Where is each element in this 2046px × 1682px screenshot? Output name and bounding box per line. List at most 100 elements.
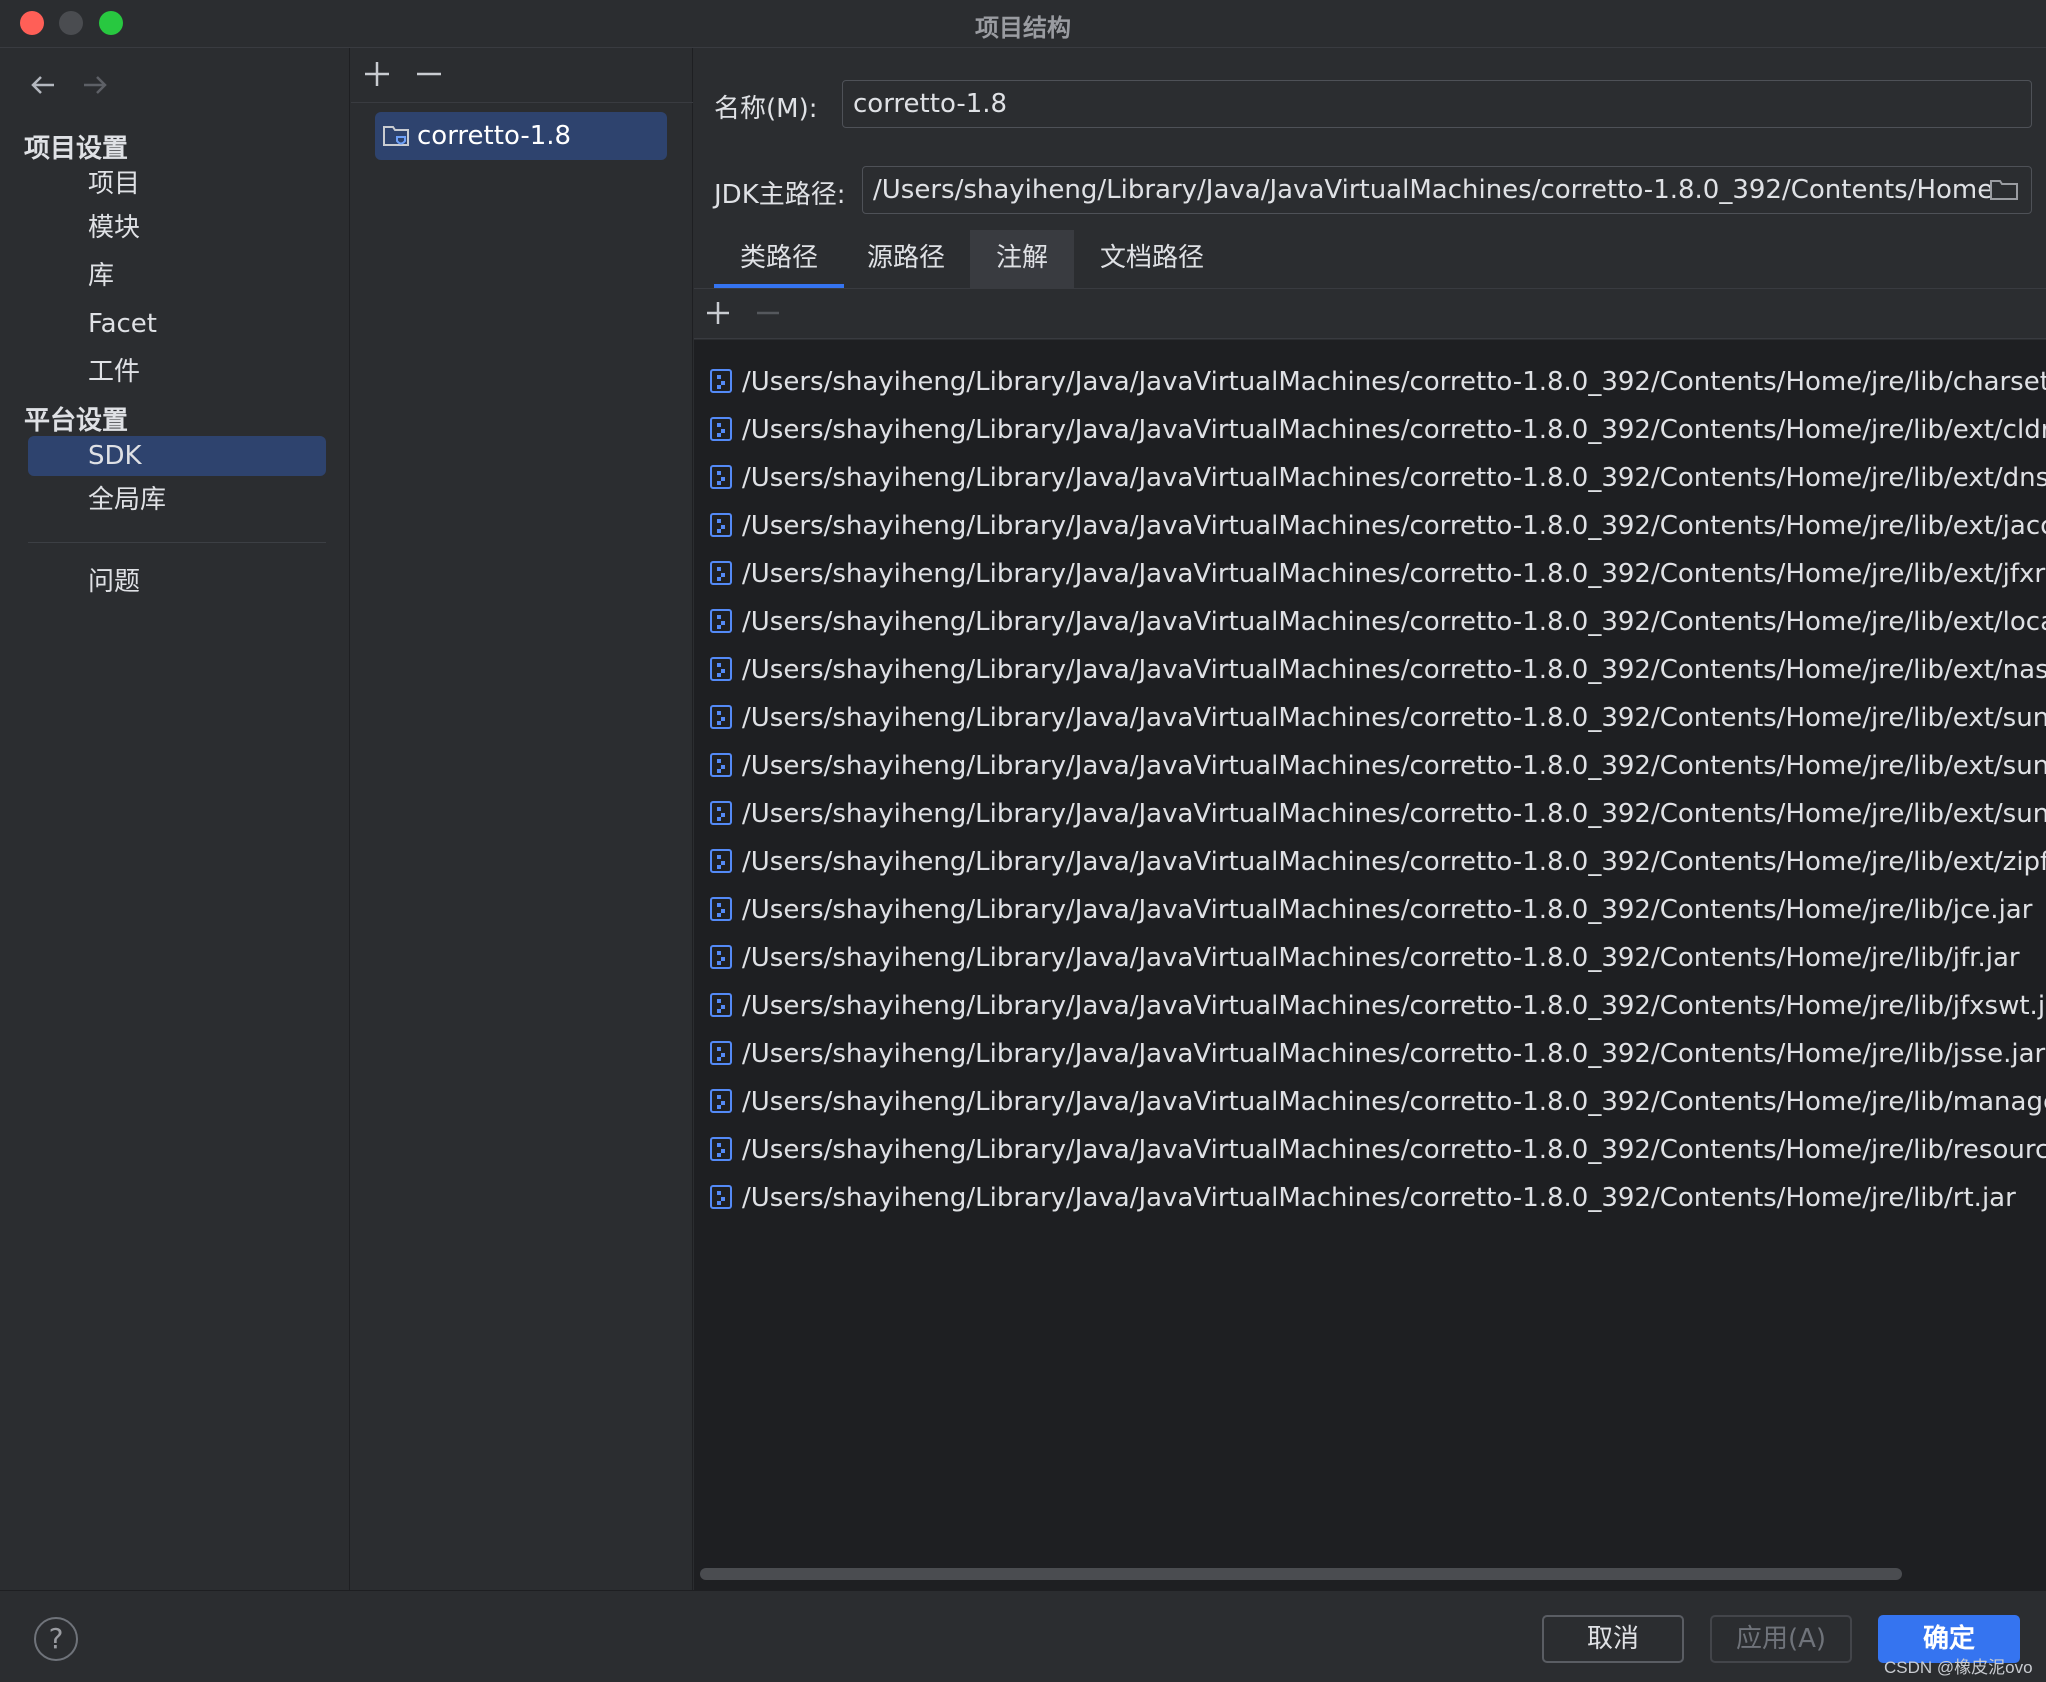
nav-item-project[interactable]: 项目 — [28, 164, 326, 204]
section-title-project-settings: 项目设置 — [24, 134, 129, 164]
jar-icon — [710, 992, 732, 1017]
arrow-left-icon — [31, 76, 54, 94]
jar-icon — [710, 368, 732, 393]
nav-divider — [28, 542, 326, 543]
folder-icon[interactable] — [1989, 178, 2019, 202]
dialog-footer: ? 取消 应用(A) 确定 CSDN @橡皮泥ovo — [0, 1590, 2046, 1682]
list-item[interactable]: /Users/shayiheng/Library/Java/JavaVirtua… — [710, 358, 2046, 406]
apply-button[interactable]: 应用(A) — [1710, 1615, 1852, 1663]
remove-sdk-button[interactable] — [413, 54, 445, 103]
list-item[interactable]: /Users/shayiheng/Library/Java/JavaVirtua… — [710, 934, 2020, 982]
jdk-home-label: JDK主路径: — [714, 180, 846, 210]
nav-item-artifacts[interactable]: 工件 — [28, 352, 326, 392]
classpath-entry: /Users/shayiheng/Library/Java/JavaVirtua… — [742, 1039, 2046, 1069]
jar-icon — [710, 416, 732, 441]
tab-classpath[interactable]: 类路径 — [714, 230, 844, 288]
jar-icon — [710, 1040, 732, 1065]
title-bar: 项目结构 — [0, 0, 2046, 48]
nav-item-libraries[interactable]: 库 — [28, 256, 326, 296]
jar-icon — [710, 944, 732, 969]
jdk-home-path: /Users/shayiheng/Library/Java/JavaVirtua… — [873, 175, 1994, 205]
classpath-entry: /Users/shayiheng/Library/Java/JavaVirtua… — [742, 655, 2046, 685]
section-title-platform-settings: 平台设置 — [24, 406, 129, 436]
plus-icon — [707, 302, 729, 324]
minus-icon — [417, 72, 441, 76]
classpath-entry: /Users/shayiheng/Library/Java/JavaVirtua… — [742, 607, 2046, 637]
nav-item-problems[interactable]: 问题 — [28, 562, 326, 602]
classpath-entry: /Users/shayiheng/Library/Java/JavaVirtua… — [742, 799, 2046, 829]
add-classpath-button[interactable] — [702, 293, 734, 342]
nav-item-facets[interactable]: Facet — [28, 304, 326, 344]
classpath-list: /Users/shayiheng/Library/Java/JavaVirtua… — [694, 340, 2046, 1605]
back-button[interactable] — [28, 70, 58, 108]
jar-icon — [710, 800, 732, 825]
name-label: 名称(M): — [714, 94, 818, 124]
list-item[interactable]: /Users/shayiheng/Library/Java/JavaVirtua… — [710, 1078, 2046, 1126]
list-item[interactable]: /Users/shayiheng/Library/Java/JavaVirtua… — [710, 886, 2032, 934]
classpath-entry: /Users/shayiheng/Library/Java/JavaVirtua… — [742, 1135, 2046, 1165]
jar-icon — [710, 560, 732, 585]
tab-annotations[interactable]: 注解 — [970, 230, 1074, 288]
classpath-entry: /Users/shayiheng/Library/Java/JavaVirtua… — [742, 895, 2033, 925]
minus-icon — [757, 311, 779, 315]
list-item[interactable]: /Users/shayiheng/Library/Java/JavaVirtua… — [710, 742, 2046, 790]
list-item[interactable]: /Users/shayiheng/Library/Java/JavaVirtua… — [710, 982, 2046, 1030]
classpath-entry: /Users/shayiheng/Library/Java/JavaVirtua… — [742, 1183, 2016, 1213]
classpath-entry: /Users/shayiheng/Library/Java/JavaVirtua… — [742, 415, 2046, 445]
list-item[interactable]: /Users/shayiheng/Library/Java/JavaVirtua… — [710, 550, 2046, 598]
jdk-home-field[interactable]: /Users/shayiheng/Library/Java/JavaVirtua… — [862, 166, 2032, 214]
name-field[interactable]: corretto-1.8 — [842, 80, 2032, 128]
classpath-entry: /Users/shayiheng/Library/Java/JavaVirtua… — [742, 1087, 2046, 1117]
arrow-right-icon — [84, 76, 107, 94]
list-item[interactable]: /Users/shayiheng/Library/Java/JavaVirtua… — [710, 1174, 2016, 1222]
jar-icon — [710, 1136, 732, 1161]
help-button[interactable]: ? — [34, 1617, 78, 1661]
project-structure-window: 项目结构 项目设置 项目 模块 库 Facet 工件 平台设置 SDK 全局库 … — [0, 0, 2046, 1682]
list-item[interactable]: /Users/shayiheng/Library/Java/JavaVirtua… — [710, 502, 2046, 550]
window-title: 项目结构 — [975, 14, 1071, 42]
nav-item-modules[interactable]: 模块 — [28, 208, 326, 248]
list-item[interactable]: /Users/shayiheng/Library/Java/JavaVirtua… — [710, 694, 2046, 742]
list-item[interactable]: /Users/shayiheng/Library/Java/JavaVirtua… — [710, 1126, 2046, 1174]
jar-icon — [710, 464, 732, 489]
horizontal-scrollbar[interactable] — [700, 1568, 1902, 1580]
jar-icon — [710, 512, 732, 537]
classpath-toolbar — [694, 289, 2046, 339]
sdk-detail-panel: 名称(M): corretto-1.8 JDK主路径: /Users/shayi… — [694, 48, 2046, 1605]
list-item[interactable]: /Users/shayiheng/Library/Java/JavaVirtua… — [710, 1030, 2045, 1078]
sdk-item-label: corretto-1.8 — [417, 121, 572, 151]
classpath-entry: /Users/shayiheng/Library/Java/JavaVirtua… — [742, 847, 2046, 877]
plus-icon — [365, 62, 389, 86]
list-item[interactable]: /Users/shayiheng/Library/Java/JavaVirtua… — [710, 838, 2046, 886]
jar-icon — [710, 1088, 732, 1113]
list-item[interactable]: /Users/shayiheng/Library/Java/JavaVirtua… — [710, 406, 2046, 454]
jar-icon — [710, 608, 732, 633]
sdk-list-toolbar — [351, 48, 693, 103]
list-item[interactable]: /Users/shayiheng/Library/Java/JavaVirtua… — [710, 790, 2046, 838]
sdk-item-corretto[interactable]: corretto-1.8 — [375, 112, 667, 160]
forward-button[interactable] — [80, 70, 110, 108]
nav-item-global-libraries[interactable]: 全局库 — [28, 480, 326, 520]
list-item[interactable]: /Users/shayiheng/Library/Java/JavaVirtua… — [710, 454, 2046, 502]
classpath-entry: /Users/shayiheng/Library/Java/JavaVirtua… — [742, 751, 2046, 781]
jar-icon — [710, 704, 732, 729]
list-item[interactable]: /Users/shayiheng/Library/Java/JavaVirtua… — [710, 646, 2046, 694]
classpath-entry: /Users/shayiheng/Library/Java/JavaVirtua… — [742, 943, 2020, 973]
jar-icon — [710, 656, 732, 681]
jar-icon — [710, 1184, 732, 1209]
classpath-entry: /Users/shayiheng/Library/Java/JavaVirtua… — [742, 463, 2046, 493]
classpath-entry: /Users/shayiheng/Library/Java/JavaVirtua… — [742, 991, 2046, 1021]
add-sdk-button[interactable] — [361, 54, 393, 103]
jar-icon — [710, 896, 732, 921]
settings-navigation: 项目设置 项目 模块 库 Facet 工件 平台设置 SDK 全局库 问题 — [0, 48, 350, 1590]
tab-documentation-paths[interactable]: 文档路径 — [1076, 230, 1228, 288]
list-item[interactable]: /Users/shayiheng/Library/Java/JavaVirtua… — [710, 598, 2046, 646]
jar-icon — [710, 752, 732, 777]
remove-classpath-button[interactable] — [752, 293, 784, 342]
cancel-button[interactable]: 取消 — [1542, 1615, 1684, 1663]
nav-item-sdk[interactable]: SDK — [28, 436, 326, 476]
tab-sourcepath[interactable]: 源路径 — [844, 230, 968, 288]
jar-icon — [710, 848, 732, 873]
jdk-folder-icon — [383, 126, 409, 146]
classpath-entry: /Users/shayiheng/Library/Java/JavaVirtua… — [742, 703, 2046, 733]
